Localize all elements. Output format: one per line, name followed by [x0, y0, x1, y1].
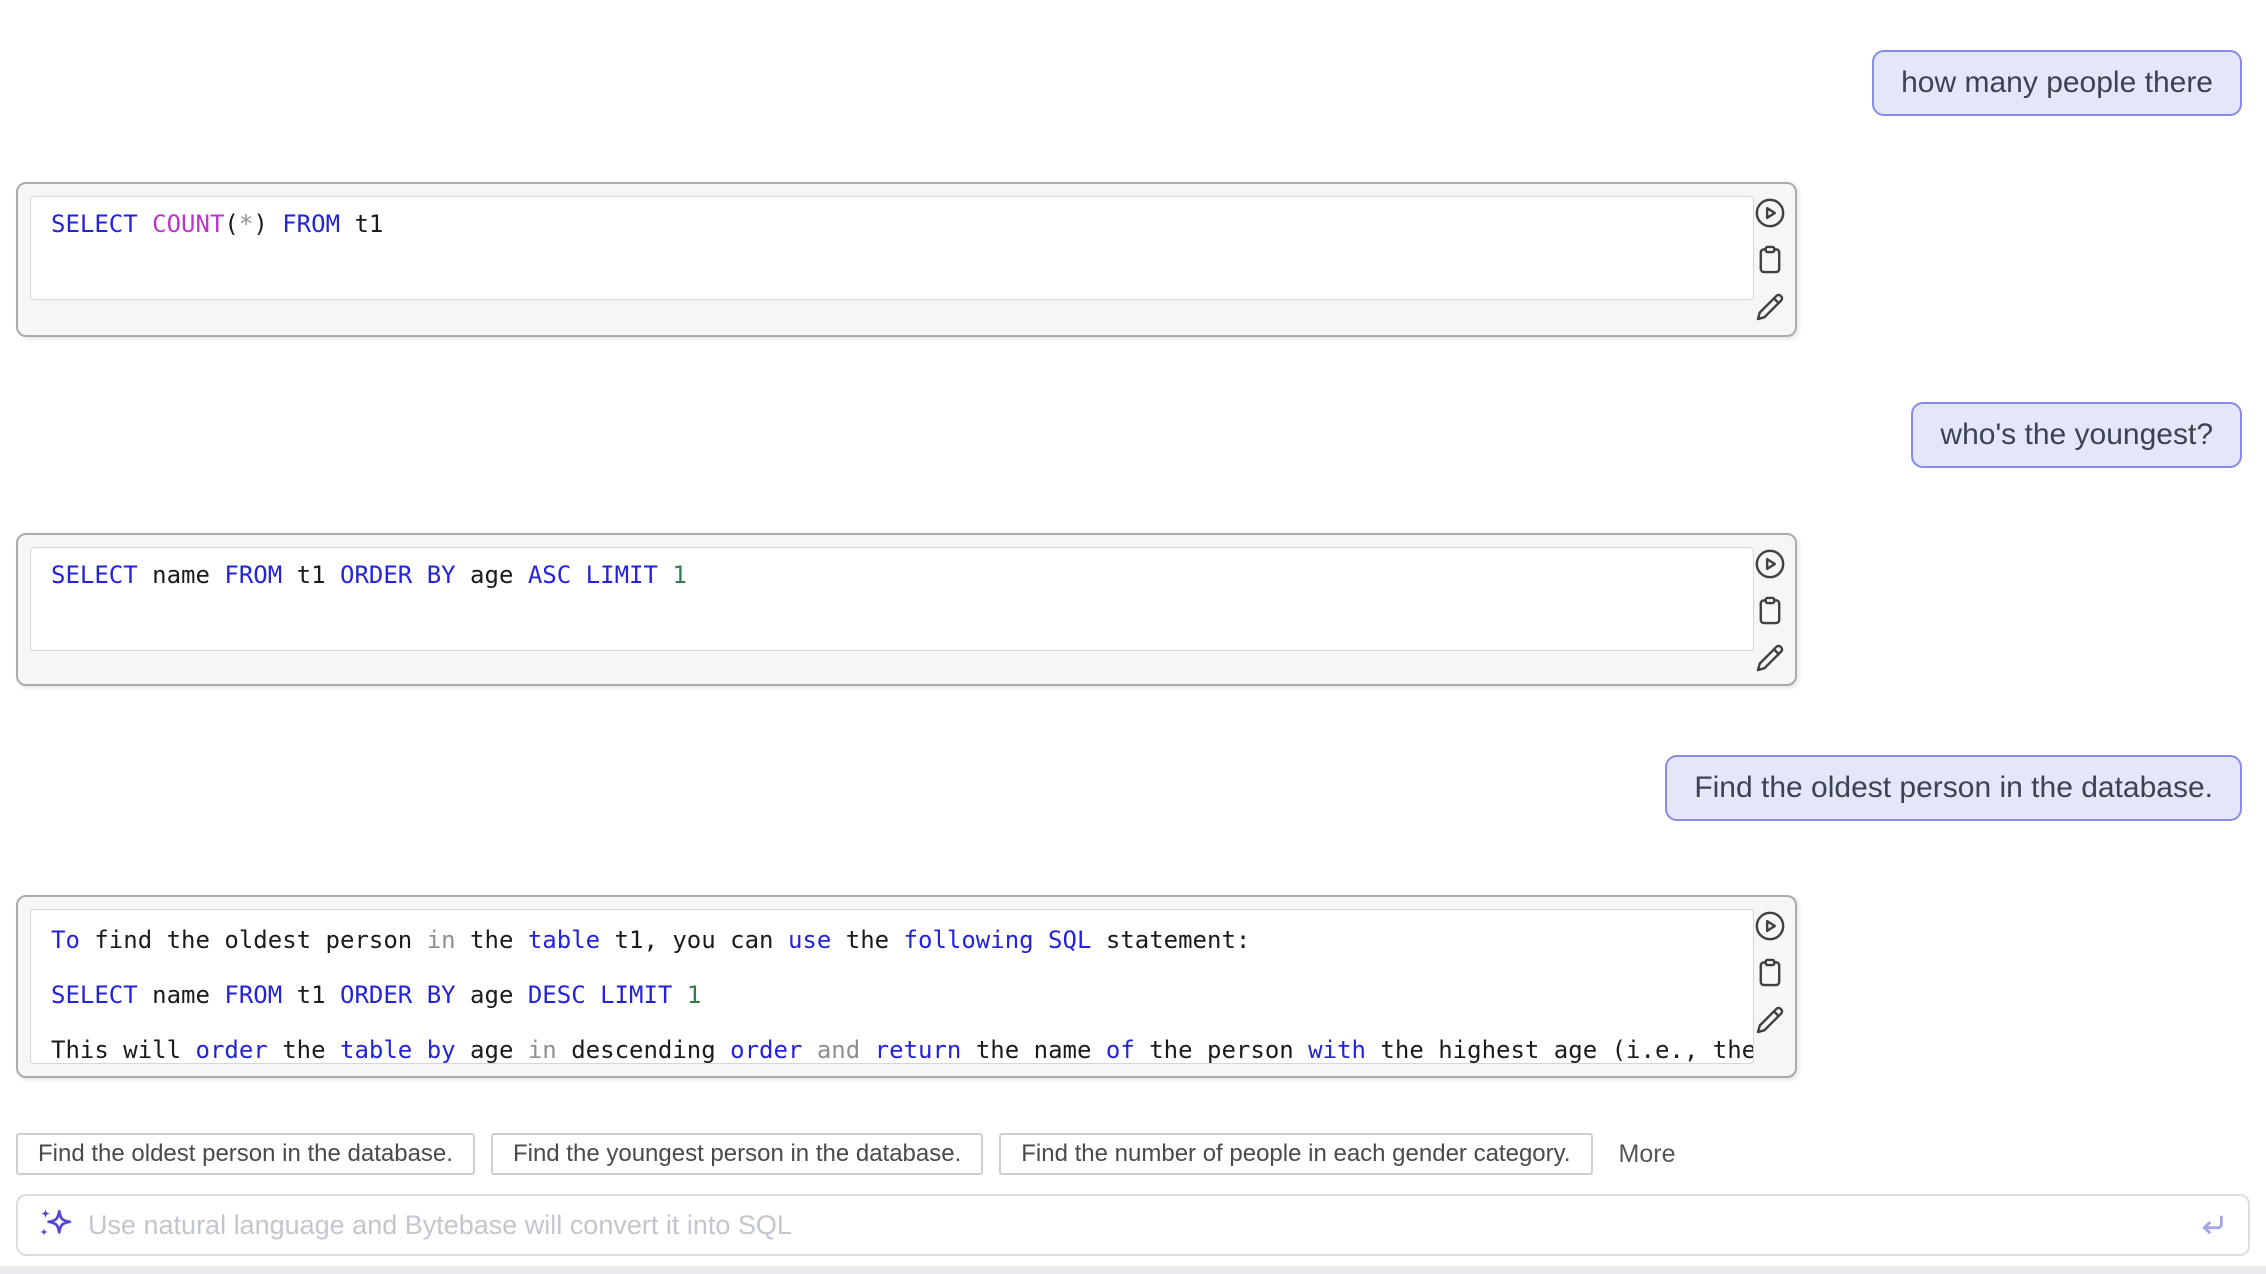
suggestion-row: Find the oldest person in the database. F… [16, 1133, 1675, 1175]
user-message-bubble: Find the oldest person in the database. [1665, 755, 2242, 821]
play-circle-icon [1753, 196, 1787, 230]
code-line: To find the oldest person in the table t… [51, 913, 1733, 968]
sparkles-icon [36, 1206, 74, 1244]
user-message-bubble: who's the youngest? [1911, 402, 2242, 468]
sql-code-area: SELECT name FROM t1 ORDER BY age ASC LIM… [30, 547, 1754, 651]
nl-query-input[interactable] [86, 1209, 2194, 1242]
suggestion-button[interactable]: Find the number of people in each gender… [999, 1133, 1592, 1175]
block-action-column [1749, 909, 1791, 1037]
copy-button[interactable] [1753, 594, 1787, 628]
sql-code-area: SELECT COUNT(*) FROM t1 [30, 196, 1754, 300]
clipboard-icon [1753, 243, 1787, 277]
sql-chat-page: how many people there SELECT COUNT(*) FRO… [0, 0, 2266, 1274]
run-button[interactable] [1753, 547, 1787, 581]
suggestion-button[interactable]: Find the oldest person in the database. [16, 1133, 475, 1175]
code-line: This will order the table by age in desc… [51, 1023, 1733, 1064]
more-link[interactable]: More [1609, 1140, 1676, 1169]
clipboard-icon [1753, 956, 1787, 990]
block-action-column [1749, 196, 1791, 324]
pencil-icon [1753, 1003, 1787, 1037]
edit-button[interactable] [1753, 1003, 1787, 1037]
assistant-sql-block: SELECT COUNT(*) FROM t1 [16, 182, 1797, 337]
edit-button[interactable] [1753, 290, 1787, 324]
code-line: SELECT name FROM t1 ORDER BY age DESC LI… [51, 968, 1733, 1023]
user-message-bubble: how many people there [1872, 50, 2242, 116]
run-button[interactable] [1753, 909, 1787, 943]
run-button[interactable] [1753, 196, 1787, 230]
block-action-column [1749, 547, 1791, 675]
assistant-sql-block: SELECT name FROM t1 ORDER BY age ASC LIM… [16, 533, 1797, 686]
edit-button[interactable] [1753, 641, 1787, 675]
code-line: SELECT name FROM t1 ORDER BY age ASC LIM… [51, 554, 1733, 596]
submit-button[interactable] [2194, 1207, 2230, 1243]
nl-input-bar[interactable] [16, 1194, 2250, 1256]
copy-button[interactable] [1753, 956, 1787, 990]
sql-code-area: To find the oldest person in the table t… [30, 909, 1754, 1064]
pencil-icon [1753, 290, 1787, 324]
pencil-icon [1753, 641, 1787, 675]
play-circle-icon [1753, 547, 1787, 581]
copy-button[interactable] [1753, 243, 1787, 277]
bottom-divider [0, 1266, 2266, 1274]
code-line: SELECT COUNT(*) FROM t1 [51, 203, 1733, 245]
play-circle-icon [1753, 909, 1787, 943]
return-arrow-icon [2196, 1209, 2228, 1241]
clipboard-icon [1753, 594, 1787, 628]
suggestion-button[interactable]: Find the youngest person in the database… [491, 1133, 983, 1175]
assistant-sql-block: To find the oldest person in the table t… [16, 895, 1797, 1078]
